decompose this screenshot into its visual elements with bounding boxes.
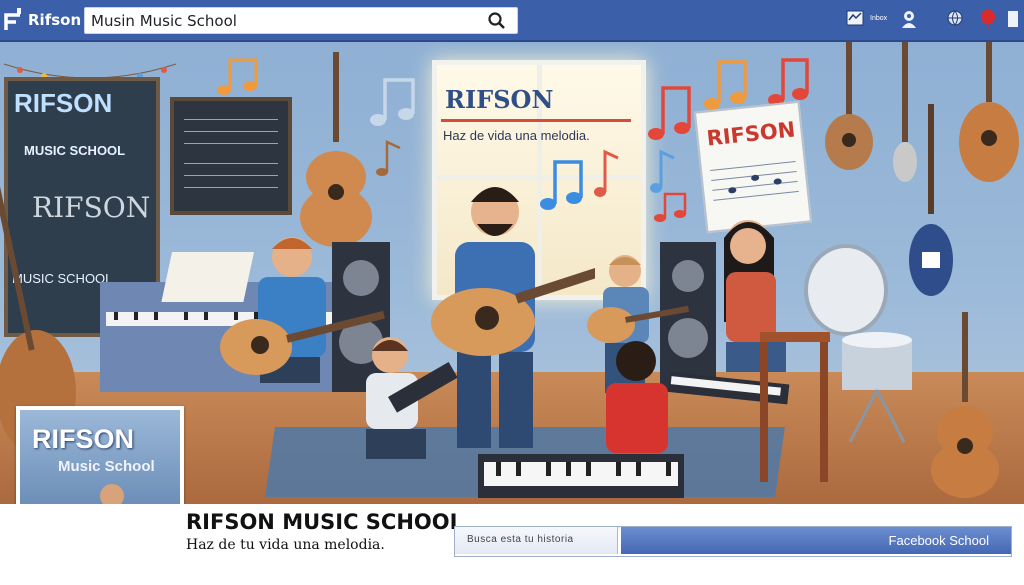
- inbox-icon: [846, 10, 864, 26]
- friend-requests-icon: [902, 11, 916, 28]
- floor-acoustic-guitar: [931, 312, 999, 498]
- notification-balloon-icon: [981, 9, 995, 30]
- settings-nav-button[interactable]: [1006, 9, 1022, 29]
- girl-with-keytar: [366, 337, 458, 459]
- banner-underline: [441, 119, 631, 122]
- globe-icon: [947, 10, 963, 26]
- cover-photo[interactable]: RIFSON MUSIC SCHOOL RIFSON MUSIC SCHOOL …: [0, 42, 1024, 504]
- status-input-placeholder: Busca esta tu historia: [467, 534, 574, 545]
- facebook-school-button[interactable]: Facebook School: [621, 527, 1011, 554]
- brand-name[interactable]: Rifson: [28, 11, 81, 29]
- drum-set: [804, 244, 912, 443]
- window-banner-tagline: Haz de vida una melodia.: [443, 128, 590, 143]
- profile-title: RIFSON: [32, 424, 135, 454]
- floor-keyboard: [478, 454, 684, 498]
- search-box[interactable]: Musin Music School: [84, 7, 518, 34]
- search-icon[interactable]: [487, 11, 507, 31]
- profile-picture[interactable]: RIFSON Music School: [16, 406, 184, 504]
- notifications-nav-button[interactable]: [978, 9, 1000, 30]
- window-banner-title: RIFSON: [445, 85, 554, 114]
- page-tagline: Haz de tu vida una melodia.: [186, 537, 385, 553]
- wall-sign-text: RIFSON: [705, 117, 797, 151]
- dropdown-icon: [1008, 11, 1018, 27]
- status-input[interactable]: Busca esta tu historia: [455, 527, 618, 554]
- facebook-action-bar[interactable]: Busca esta tu historia Facebook School: [454, 526, 1012, 557]
- inbox-label: Inbox: [870, 15, 888, 22]
- friends-nav-button[interactable]: [900, 9, 922, 29]
- profile-guitarist-illustration: [100, 484, 124, 504]
- globe-nav-button[interactable]: [946, 9, 966, 29]
- inbox-nav-button[interactable]: Inbox: [846, 9, 888, 29]
- page-name[interactable]: RIFSON MUSIC SCHOOL: [186, 510, 463, 534]
- wall-acoustic-guitar: [300, 52, 372, 247]
- facebook-school-label: Facebook School: [888, 533, 989, 548]
- search-input[interactable]: Musin Music School: [91, 12, 237, 30]
- chalkboard-subtitle: MUSIC SCHOOL: [24, 143, 126, 158]
- chalkboard-title: RIFSON: [14, 88, 113, 118]
- home-logo-icon[interactable]: [2, 6, 24, 32]
- profile-subtitle: Music School: [58, 458, 155, 475]
- top-navigation-bar: Rifson Musin Music School Inbox: [0, 0, 1024, 42]
